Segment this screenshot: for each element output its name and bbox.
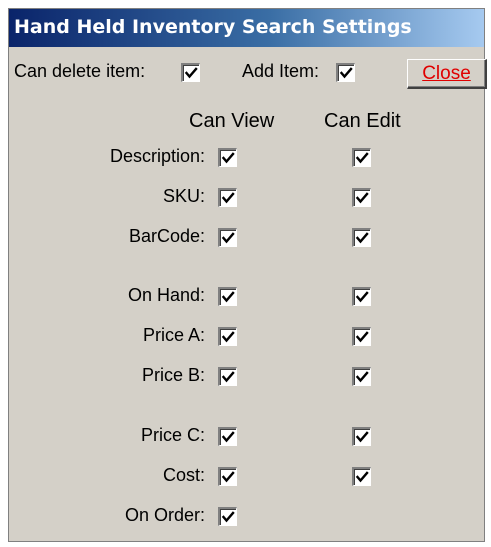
add-item-checkbox[interactable] bbox=[336, 63, 355, 82]
check-mark-icon bbox=[355, 152, 369, 164]
can-edit-checkbox[interactable] bbox=[352, 148, 371, 167]
check-mark-icon bbox=[221, 511, 235, 523]
can-edit-checkbox[interactable] bbox=[352, 287, 371, 306]
can-edit-checkbox[interactable] bbox=[352, 367, 371, 386]
field-label: SKU: bbox=[162, 186, 205, 206]
field-label: Price B: bbox=[141, 365, 205, 385]
field-label: Price A: bbox=[142, 325, 205, 345]
settings-window: Hand Held Inventory Search Settings Can … bbox=[8, 8, 487, 542]
can-view-checkbox[interactable] bbox=[218, 427, 237, 446]
can-view-checkbox[interactable] bbox=[218, 188, 237, 207]
can-view-checkbox[interactable] bbox=[218, 367, 237, 386]
window-title: Hand Held Inventory Search Settings bbox=[14, 16, 412, 38]
check-mark-icon bbox=[221, 371, 235, 383]
can-edit-checkbox[interactable] bbox=[352, 188, 371, 207]
can-edit-checkbox[interactable] bbox=[352, 427, 371, 446]
check-mark-icon bbox=[221, 291, 235, 303]
can-delete-item-label: Can delete item: bbox=[14, 61, 146, 81]
check-mark-icon bbox=[221, 331, 235, 343]
check-mark-icon bbox=[184, 67, 198, 79]
check-mark-icon bbox=[355, 331, 369, 343]
close-button[interactable]: Close bbox=[407, 59, 487, 89]
field-label: Description: bbox=[109, 146, 205, 166]
check-mark-icon bbox=[221, 471, 235, 483]
field-label: On Hand: bbox=[127, 285, 205, 305]
field-label: Cost: bbox=[162, 465, 205, 485]
can-delete-item-checkbox[interactable] bbox=[181, 63, 200, 82]
can-edit-checkbox[interactable] bbox=[352, 467, 371, 486]
can-edit-column-header: Can Edit bbox=[324, 110, 401, 132]
field-label: Price C: bbox=[140, 425, 205, 445]
can-view-checkbox[interactable] bbox=[218, 327, 237, 346]
title-bar: Hand Held Inventory Search Settings bbox=[9, 9, 484, 47]
can-edit-checkbox[interactable] bbox=[352, 327, 371, 346]
field-label: On Order: bbox=[124, 505, 205, 525]
check-mark-icon bbox=[355, 431, 369, 443]
check-mark-icon bbox=[221, 152, 235, 164]
check-mark-icon bbox=[355, 232, 369, 244]
can-edit-checkbox[interactable] bbox=[352, 228, 371, 247]
check-mark-icon bbox=[221, 431, 235, 443]
can-view-checkbox[interactable] bbox=[218, 228, 237, 247]
can-view-checkbox[interactable] bbox=[218, 507, 237, 526]
can-view-checkbox[interactable] bbox=[218, 148, 237, 167]
can-view-checkbox[interactable] bbox=[218, 287, 237, 306]
check-mark-icon bbox=[339, 67, 353, 79]
can-view-column-header: Can View bbox=[189, 110, 275, 132]
check-mark-icon bbox=[221, 232, 235, 244]
check-mark-icon bbox=[355, 192, 369, 204]
check-mark-icon bbox=[355, 471, 369, 483]
check-mark-icon bbox=[221, 192, 235, 204]
check-mark-icon bbox=[355, 371, 369, 383]
add-item-label: Add Item: bbox=[242, 61, 320, 81]
can-view-checkbox[interactable] bbox=[218, 467, 237, 486]
field-label: BarCode: bbox=[128, 226, 205, 246]
check-mark-icon bbox=[355, 291, 369, 303]
